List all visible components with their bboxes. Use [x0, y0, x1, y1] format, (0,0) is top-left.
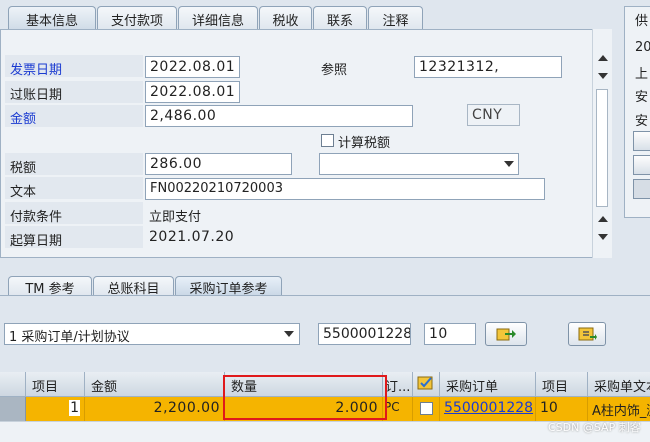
chevron-down-icon — [284, 331, 294, 337]
col-header-po-item[interactable]: 项目 — [536, 372, 588, 397]
row-select-checkbox[interactable] — [420, 402, 433, 415]
calc-tax-label: 计算税额 — [338, 136, 391, 151]
tab-po-reference[interactable]: 采购订单参考 — [175, 276, 282, 297]
row-selector-header[interactable] — [0, 372, 26, 397]
transfer-icon — [496, 328, 516, 341]
vendor-panel: 供 20 上 安 安 — [624, 6, 650, 218]
tab-tm-reference[interactable]: TM 参考 — [8, 276, 92, 297]
tab-payment[interactable]: 支付款项 — [97, 6, 177, 30]
calc-tax-checkbox[interactable] — [321, 134, 334, 147]
table-cell-unit[interactable]: PC — [383, 397, 413, 421]
tax-amount-field[interactable]: 286.00 — [145, 153, 292, 175]
table-cell-po-text[interactable]: A柱内饰_激 — [588, 397, 650, 421]
reference-label: 参照 — [321, 63, 348, 78]
reference-field[interactable]: 12321312, — [414, 56, 562, 78]
table-cell-select[interactable] — [413, 397, 440, 421]
table-cell-quantity[interactable]: 2.000 — [225, 397, 383, 421]
multi-select-icon — [578, 327, 597, 341]
row-selector[interactable] — [0, 397, 26, 421]
item-value: 1 — [69, 400, 80, 416]
col-header-amount[interactable]: 金额 — [85, 372, 225, 397]
scroll-down-icon[interactable] — [598, 234, 608, 240]
col-header-select[interactable] — [413, 372, 440, 397]
scrollbar-thumb[interactable] — [596, 89, 608, 207]
vendor-line: 安 — [635, 90, 649, 105]
payment-terms-value: 立即支付 — [149, 210, 202, 225]
doc-type-value: 1 采购订单/计划协议 — [9, 330, 130, 345]
amount-field[interactable]: 2,486.00 — [145, 105, 413, 127]
tab-payment-label: 支付款项 — [110, 14, 163, 29]
text-label: 文本 — [10, 185, 37, 200]
scroll-down-icon[interactable] — [598, 73, 608, 79]
po-item-field[interactable]: 10 — [424, 323, 476, 345]
table-cell-po-link[interactable]: 5500001228 — [440, 397, 536, 421]
col-header-unit[interactable]: 订... — [383, 372, 413, 397]
posting-date-label: 过账日期 — [10, 88, 63, 103]
scroll-up-icon[interactable] — [598, 216, 608, 222]
tab-contact-label: 联系 — [326, 14, 353, 29]
transfer-button[interactable] — [485, 322, 527, 346]
table-cell-po-item[interactable]: 10 — [536, 397, 588, 421]
invoice-date-label: 发票日期 — [10, 63, 63, 78]
col-header-item[interactable]: 项目 — [26, 372, 85, 397]
checkmark-icon — [417, 376, 433, 390]
table-cell-amount[interactable]: 2,200.00 — [85, 397, 225, 421]
scroll-up-icon[interactable] — [598, 55, 608, 61]
baseline-date-value: 2021.07.20 — [149, 229, 235, 245]
vendor-info-button[interactable] — [633, 131, 650, 151]
tab-details-label: 详细信息 — [191, 14, 244, 29]
tax-label: 税额 — [10, 161, 37, 176]
tab-notes-label: 注释 — [382, 14, 409, 29]
col-header-quantity[interactable]: 数量 — [225, 372, 383, 397]
vendor-line: 安 — [635, 114, 649, 129]
tab-tax-label: 税收 — [272, 14, 299, 29]
watermark: CSDN @SAP 刺客 — [548, 421, 641, 434]
col-header-po-text[interactable]: 采购单文本 — [588, 372, 650, 397]
doc-type-dropdown[interactable]: 1 采购订单/计划协议 — [4, 323, 300, 345]
posting-date-field[interactable]: 2022.08.01 — [145, 81, 240, 103]
currency-field: CNY — [467, 104, 520, 126]
vendor-extra-button[interactable] — [633, 179, 650, 199]
po-number-field[interactable]: 5500001228 — [318, 323, 411, 345]
basic-data-panel: 发票日期 2022.08.01 参照 12321312, 过账日期 2022.0… — [0, 29, 612, 258]
invoice-date-field[interactable]: 2022.08.01 — [145, 56, 240, 78]
text-field[interactable]: FN00220210720003 — [145, 178, 545, 200]
tab-notes[interactable]: 注释 — [368, 6, 423, 30]
vendor-panel-title: 供 — [635, 14, 649, 29]
amount-label: 金额 — [10, 112, 37, 127]
col-header-po[interactable]: 采购订单 — [440, 372, 536, 397]
header-scrollbar[interactable] — [592, 29, 612, 258]
tab-details[interactable]: 详细信息 — [178, 6, 258, 30]
tab-basic-data-label: 基本信息 — [25, 14, 78, 29]
baseline-date-label: 起算日期 — [10, 234, 63, 249]
payment-terms-label: 付款条件 — [10, 210, 63, 225]
tax-code-dropdown[interactable] — [319, 153, 519, 175]
table-cell-item[interactable]: 1 — [26, 397, 85, 421]
vendor-line: 20 — [635, 40, 650, 55]
tab-contact[interactable]: 联系 — [313, 6, 367, 30]
tab-basic-data[interactable]: 基本信息 — [8, 6, 96, 30]
chevron-down-icon — [504, 161, 514, 167]
tab-gl-account[interactable]: 总账科目 — [93, 276, 174, 297]
tab-tax[interactable]: 税收 — [259, 6, 312, 30]
multi-select-button[interactable] — [568, 322, 606, 346]
vendor-detail-button[interactable] — [633, 155, 650, 175]
vendor-line: 上 — [635, 67, 649, 82]
